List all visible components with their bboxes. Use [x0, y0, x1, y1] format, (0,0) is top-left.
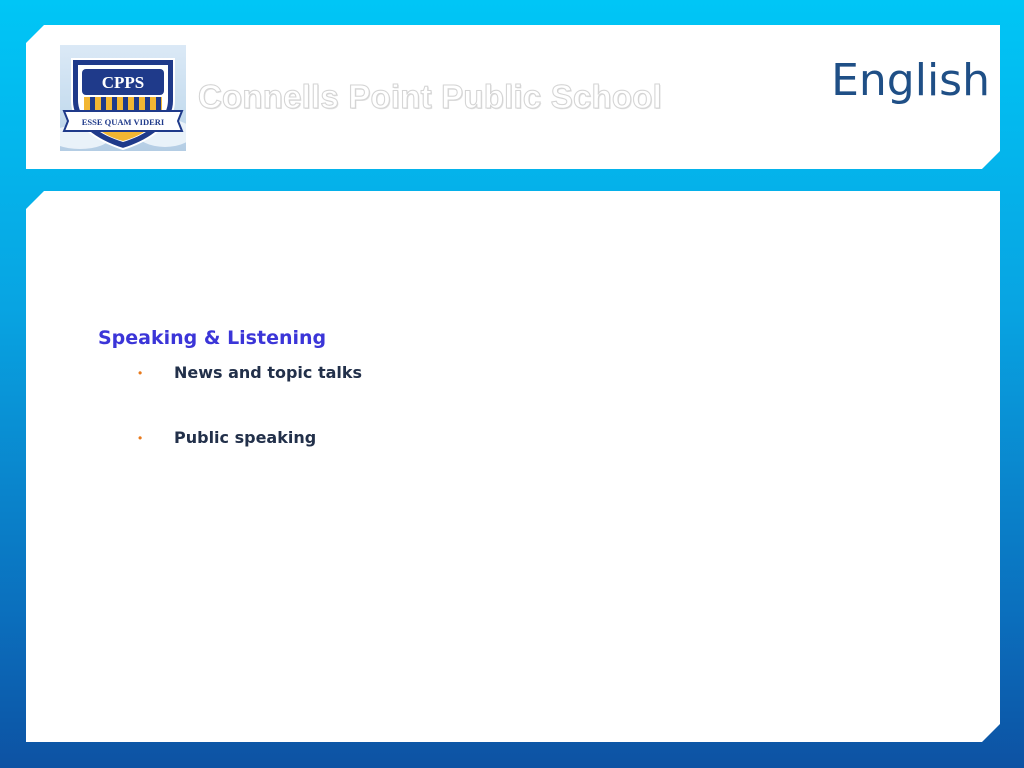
logo-initials: CPPS — [102, 73, 145, 92]
list-item-label: News and topic talks — [174, 363, 363, 382]
bullet-icon: • — [138, 366, 143, 380]
school-name: Connells Point Public School — [198, 78, 663, 116]
list-item-label: Public speaking — [174, 428, 317, 447]
section-heading: Speaking & Listening — [98, 327, 327, 349]
bullet-list: • News and topic talks • Public speaking — [138, 362, 362, 492]
school-logo: CPPS ESSE QUAM VIDERI — [60, 45, 186, 151]
bullet-icon: • — [138, 431, 143, 445]
page-title: English — [831, 55, 990, 106]
logo-motto: ESSE QUAM VIDERI — [82, 117, 165, 127]
list-item: • News and topic talks — [138, 362, 362, 427]
list-item: • Public speaking — [138, 427, 362, 492]
school-crest-icon: CPPS ESSE QUAM VIDERI — [60, 58, 186, 151]
